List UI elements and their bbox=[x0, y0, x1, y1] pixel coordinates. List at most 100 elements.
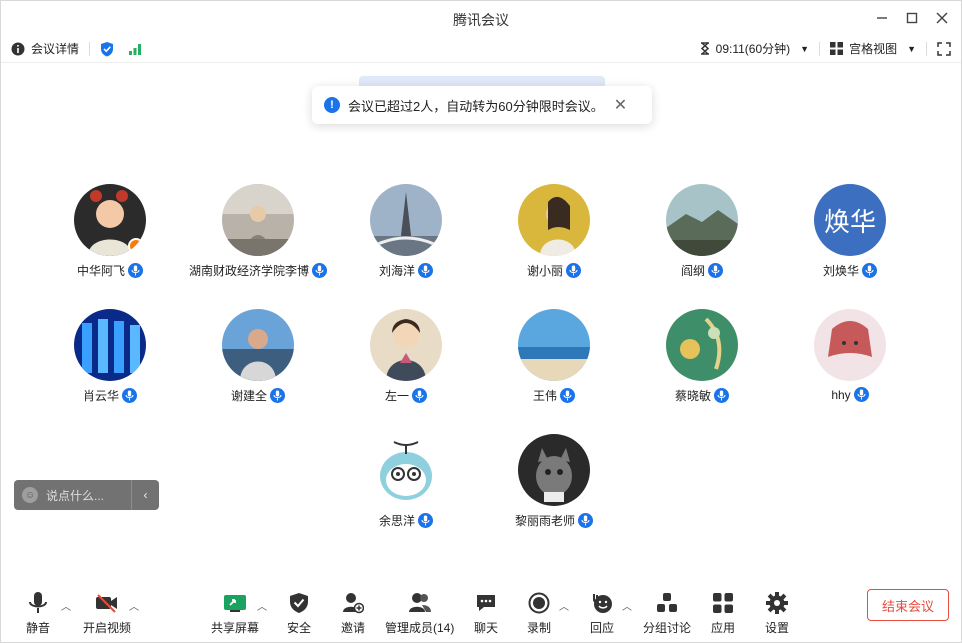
participant-tile[interactable]: 谢建全 bbox=[184, 309, 332, 404]
hand-emoji-icon bbox=[593, 594, 612, 613]
maximize-icon[interactable] bbox=[901, 7, 923, 29]
participant-tile[interactable]: 肖云华 bbox=[36, 309, 184, 404]
participant-name-row: 刘焕华 bbox=[776, 262, 924, 279]
timer[interactable]: 09:11(60分钟) ▼ bbox=[700, 40, 809, 57]
record-icon bbox=[528, 592, 550, 614]
participant-tile[interactable]: 湖南财政经济学院李博 bbox=[184, 184, 332, 279]
microphone-icon bbox=[560, 388, 575, 403]
mute-label: 静音 bbox=[25, 621, 50, 635]
share-screen-label: 共享屏幕 bbox=[211, 621, 260, 635]
participant-name: 王伟 bbox=[532, 389, 557, 403]
manage-members-button[interactable]: 管理成员(14) bbox=[385, 590, 454, 636]
microphone-icon bbox=[862, 263, 877, 278]
members-icon bbox=[408, 593, 431, 612]
avatar bbox=[222, 184, 294, 256]
react-button[interactable]: 回应 bbox=[589, 590, 615, 636]
collapse-chevron-icon[interactable]: ‹ bbox=[131, 480, 159, 510]
window-title: 腾讯会议 bbox=[453, 12, 509, 28]
breakout-icon bbox=[657, 593, 677, 612]
breakout-label: 分组讨论 bbox=[643, 621, 692, 635]
participant-tile[interactable]: 余思洋 bbox=[332, 434, 480, 529]
security-label: 安全 bbox=[286, 621, 311, 635]
chevron-up-icon[interactable]: ︿ bbox=[559, 598, 569, 613]
participant-name: 蔡晓敏 bbox=[674, 389, 711, 403]
participant-tile[interactable]: 阎纲 bbox=[628, 184, 776, 279]
participant-tile[interactable]: 焕华 刘焕华 bbox=[776, 184, 924, 279]
participant-tile[interactable]: 黎丽雨老师 bbox=[480, 434, 628, 529]
participant-name-row: hhy bbox=[776, 387, 924, 402]
participant-tile[interactable]: 左一 bbox=[332, 309, 480, 404]
chat-label: 聊天 bbox=[473, 621, 498, 635]
avatar bbox=[74, 309, 146, 381]
manage-members-label: 管理成员(14) bbox=[385, 621, 455, 635]
chevron-up-icon[interactable]: ︿ bbox=[622, 598, 632, 613]
microphone-icon bbox=[578, 513, 593, 528]
participant-name: 肖云华 bbox=[82, 389, 119, 403]
close-icon[interactable]: ✕ bbox=[614, 95, 627, 115]
microphone-icon bbox=[566, 263, 581, 278]
participant-tile[interactable]: 中华阿飞 bbox=[36, 184, 184, 279]
microphone-icon bbox=[312, 263, 327, 278]
chevron-up-icon[interactable]: ︿ bbox=[129, 598, 139, 613]
participant-tile[interactable]: 蔡晓敏 bbox=[628, 309, 776, 404]
apps-icon bbox=[713, 593, 733, 613]
participant-tile[interactable]: 王伟 bbox=[480, 309, 628, 404]
record-label: 录制 bbox=[526, 621, 551, 635]
video-button[interactable]: 开启视频 bbox=[83, 590, 131, 636]
microphone-icon bbox=[128, 263, 143, 278]
microphone-icon bbox=[418, 513, 433, 528]
signal-icon[interactable] bbox=[128, 43, 142, 55]
invite-button[interactable]: 邀请 bbox=[340, 590, 366, 636]
participant-name: 刘海洋 bbox=[378, 264, 415, 278]
chevron-down-icon: ▼ bbox=[907, 43, 916, 54]
apps-button[interactable]: 应用 bbox=[710, 590, 736, 636]
participant-name-row: 湖南财政经济学院李博 bbox=[184, 262, 332, 279]
share-screen-button[interactable]: 共享屏幕 bbox=[211, 590, 259, 636]
participant-name: hhy bbox=[831, 387, 851, 402]
avatar bbox=[518, 309, 590, 381]
add-user-icon bbox=[343, 593, 364, 614]
participant-tile[interactable]: 刘海洋 bbox=[332, 184, 480, 279]
avatar bbox=[74, 184, 146, 256]
chevron-up-icon[interactable]: ︿ bbox=[61, 598, 71, 613]
end-meeting-button[interactable]: 结束会议 bbox=[867, 589, 949, 621]
participant-name: 谢建全 bbox=[230, 389, 267, 403]
view-mode-button[interactable]: 宫格视图 ▼ bbox=[830, 40, 916, 57]
microphone-icon bbox=[122, 388, 137, 403]
security-button[interactable]: 安全 bbox=[286, 590, 312, 636]
chevron-up-icon[interactable]: ︿ bbox=[257, 598, 267, 613]
record-button[interactable]: 录制 bbox=[526, 590, 552, 636]
emoji-icon[interactable]: ☺ bbox=[22, 487, 38, 503]
participant-name: 湖南财政经济学院李博 bbox=[188, 264, 309, 278]
shield-icon[interactable] bbox=[100, 41, 114, 57]
bottom-toolbar: 静音 ︿ 开启视频 ︿ 共享屏幕 ︿ 安全 邀请 管理成员(14) 聊天 录制 … bbox=[1, 586, 961, 642]
participant-name-row: 黎丽雨老师 bbox=[480, 512, 628, 529]
meeting-details-label: 会议详情 bbox=[31, 42, 80, 56]
meeting-window: 腾讯会议 会议详情 09:11(60分钟) ▼ 宫格视图 ▼ ! 会议已超过2人… bbox=[0, 0, 962, 643]
avatar bbox=[370, 309, 442, 381]
participant-name: 左一 bbox=[384, 389, 409, 403]
participant-name: 黎丽雨老师 bbox=[514, 514, 575, 528]
notification-toast: ! 会议已超过2人，自动转为60分钟限时会议。 ✕ bbox=[312, 86, 652, 124]
breakout-button[interactable]: 分组讨论 bbox=[643, 590, 691, 636]
meeting-details-button[interactable]: 会议详情 bbox=[11, 40, 79, 57]
chat-button[interactable]: 聊天 bbox=[473, 590, 499, 636]
info-icon bbox=[11, 42, 25, 55]
close-icon[interactable] bbox=[931, 7, 953, 29]
fullscreen-icon[interactable] bbox=[937, 41, 951, 56]
chat-input[interactable]: ☺ 说点什么... ‹ bbox=[14, 480, 159, 510]
avatar bbox=[370, 184, 442, 256]
mute-button[interactable]: 静音 bbox=[25, 590, 51, 636]
participant-tile[interactable]: 谢小丽 bbox=[480, 184, 628, 279]
participant-name-row: 中华阿飞 bbox=[36, 262, 184, 279]
hourglass-icon bbox=[700, 42, 709, 55]
avatar bbox=[518, 434, 590, 506]
microphone-icon bbox=[29, 592, 47, 613]
notification-message: 会议已超过2人，自动转为60分钟限时会议。 bbox=[348, 98, 604, 114]
avatar bbox=[370, 434, 442, 506]
minimize-icon[interactable] bbox=[871, 7, 893, 29]
microphone-icon bbox=[270, 388, 285, 403]
participant-tile[interactable]: hhy bbox=[776, 309, 924, 402]
microphone-icon bbox=[412, 388, 427, 403]
settings-button[interactable]: 设置 bbox=[764, 590, 790, 636]
